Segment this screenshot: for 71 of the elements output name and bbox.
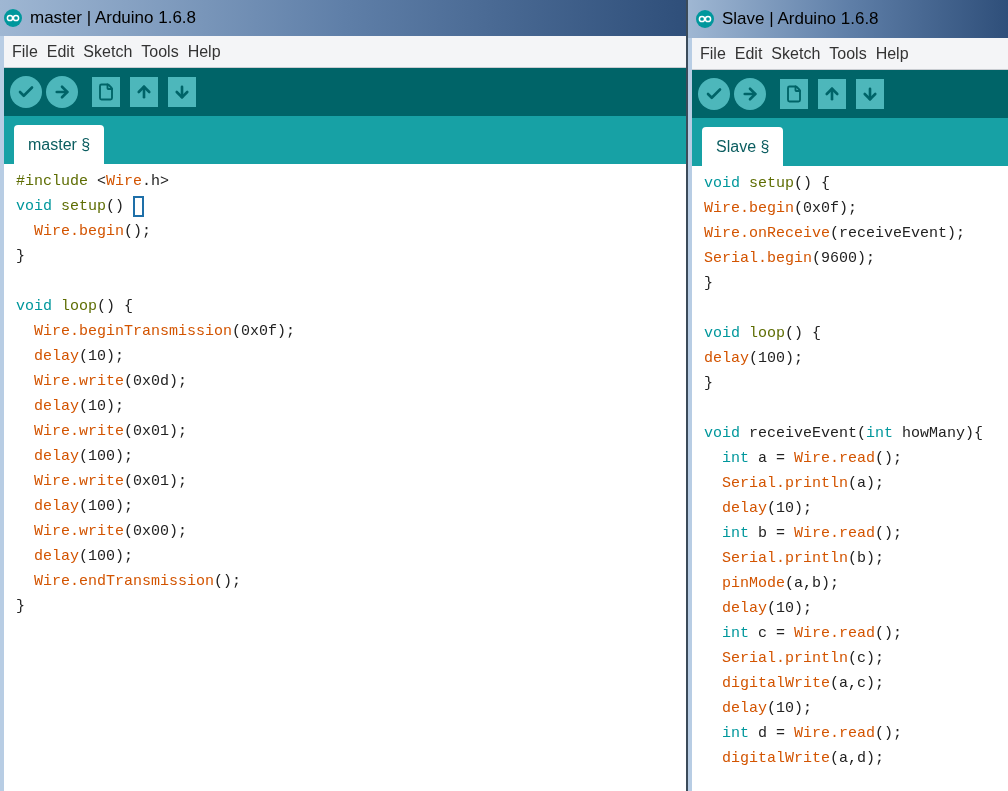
menu-item[interactable]: Help	[875, 41, 909, 66]
sketch-tab[interactable]: Slave §	[702, 127, 784, 166]
code-line: delay(10);	[722, 599, 813, 619]
code-line: void setup()	[16, 197, 125, 217]
code-line: Wire.beginTransmission(0x0f);	[34, 322, 296, 342]
code-line: }	[16, 597, 25, 617]
arrow-right-icon	[53, 83, 71, 101]
menu-item[interactable]: File	[12, 39, 38, 64]
code-line: void loop() {	[704, 324, 822, 344]
code-line: delay(10);	[722, 499, 813, 519]
code-line: Serial.println(b);	[722, 549, 885, 569]
code-line: Serial.begin(9600);	[704, 249, 876, 269]
code-line: }	[16, 247, 25, 267]
code-line: Wire.endTransmission();	[34, 572, 242, 592]
code-line: Wire.write(0x0d);	[34, 372, 188, 392]
code-line: delay(10);	[722, 699, 813, 719]
code-line: digitalWrite(a,c);	[722, 674, 885, 694]
app-logo-icon	[4, 9, 22, 27]
code-line: void setup() {	[704, 174, 831, 194]
code-line: int c = Wire.read();	[722, 624, 903, 644]
window-title: master | Arduino 1.6.8	[30, 7, 196, 30]
verify-button[interactable]	[10, 76, 42, 108]
code-line: delay(100);	[34, 447, 134, 467]
arrow-right-icon	[741, 85, 759, 103]
new-button[interactable]	[92, 77, 120, 107]
code-line: Wire.write(0x01);	[34, 422, 188, 442]
menu-item[interactable]: Edit	[734, 41, 763, 66]
menu-item[interactable]: Sketch	[83, 39, 133, 64]
upload-button[interactable]	[734, 78, 766, 110]
code-line: void receiveEvent(int howMany){	[704, 424, 984, 444]
new-button[interactable]	[780, 79, 808, 109]
arrow-down-icon	[173, 83, 191, 101]
code-line: }	[704, 374, 713, 394]
code-line: int a = Wire.read();	[722, 449, 903, 469]
code-line: int d = Wire.read();	[722, 724, 903, 744]
save-button[interactable]	[168, 77, 196, 107]
file-icon	[785, 85, 803, 103]
app-logo-icon	[696, 10, 714, 28]
open-button[interactable]	[818, 79, 846, 109]
code-line: int b = Wire.read();	[722, 524, 903, 544]
code-line: delay(10);	[34, 347, 125, 367]
menu-item[interactable]: Help	[187, 39, 221, 64]
verify-button[interactable]	[698, 78, 730, 110]
code-line: Wire.begin(0x0f);	[704, 199, 858, 219]
code-line: void loop() {	[16, 297, 134, 317]
code-line: Serial.println(c);	[722, 649, 885, 669]
sketch-tab[interactable]: master §	[14, 125, 105, 164]
code-line: Serial.println(a);	[722, 474, 885, 494]
code-line: pinMode(a,b);	[722, 574, 840, 594]
code-line: Wire.write(0x01);	[34, 472, 188, 492]
code-line: Wire.write(0x00);	[34, 522, 188, 542]
menu-item[interactable]: Edit	[46, 39, 75, 64]
menu-item[interactable]: Tools	[141, 39, 179, 64]
code-line: delay(100);	[34, 497, 134, 517]
menu-item[interactable]: Sketch	[771, 41, 821, 66]
code-line: }	[704, 274, 713, 294]
menu-item[interactable]: Tools	[829, 41, 867, 66]
code-line: delay(100);	[704, 349, 804, 369]
file-icon	[97, 83, 115, 101]
code-line: Wire.begin();	[34, 222, 152, 242]
code-line: delay(100);	[34, 547, 134, 567]
save-button[interactable]	[856, 79, 884, 109]
open-button[interactable]	[130, 77, 158, 107]
arrow-down-icon	[861, 85, 879, 103]
code-line: digitalWrite(a,d);	[722, 749, 885, 769]
upload-button[interactable]	[46, 76, 78, 108]
code-line: delay(10);	[34, 397, 125, 417]
code-line: Wire.onReceive(receiveEvent);	[704, 224, 966, 244]
code-line: #include <Wire.h>	[16, 172, 170, 192]
menu-item[interactable]: File	[700, 41, 726, 66]
window-title: Slave | Arduino 1.6.8	[722, 8, 879, 31]
